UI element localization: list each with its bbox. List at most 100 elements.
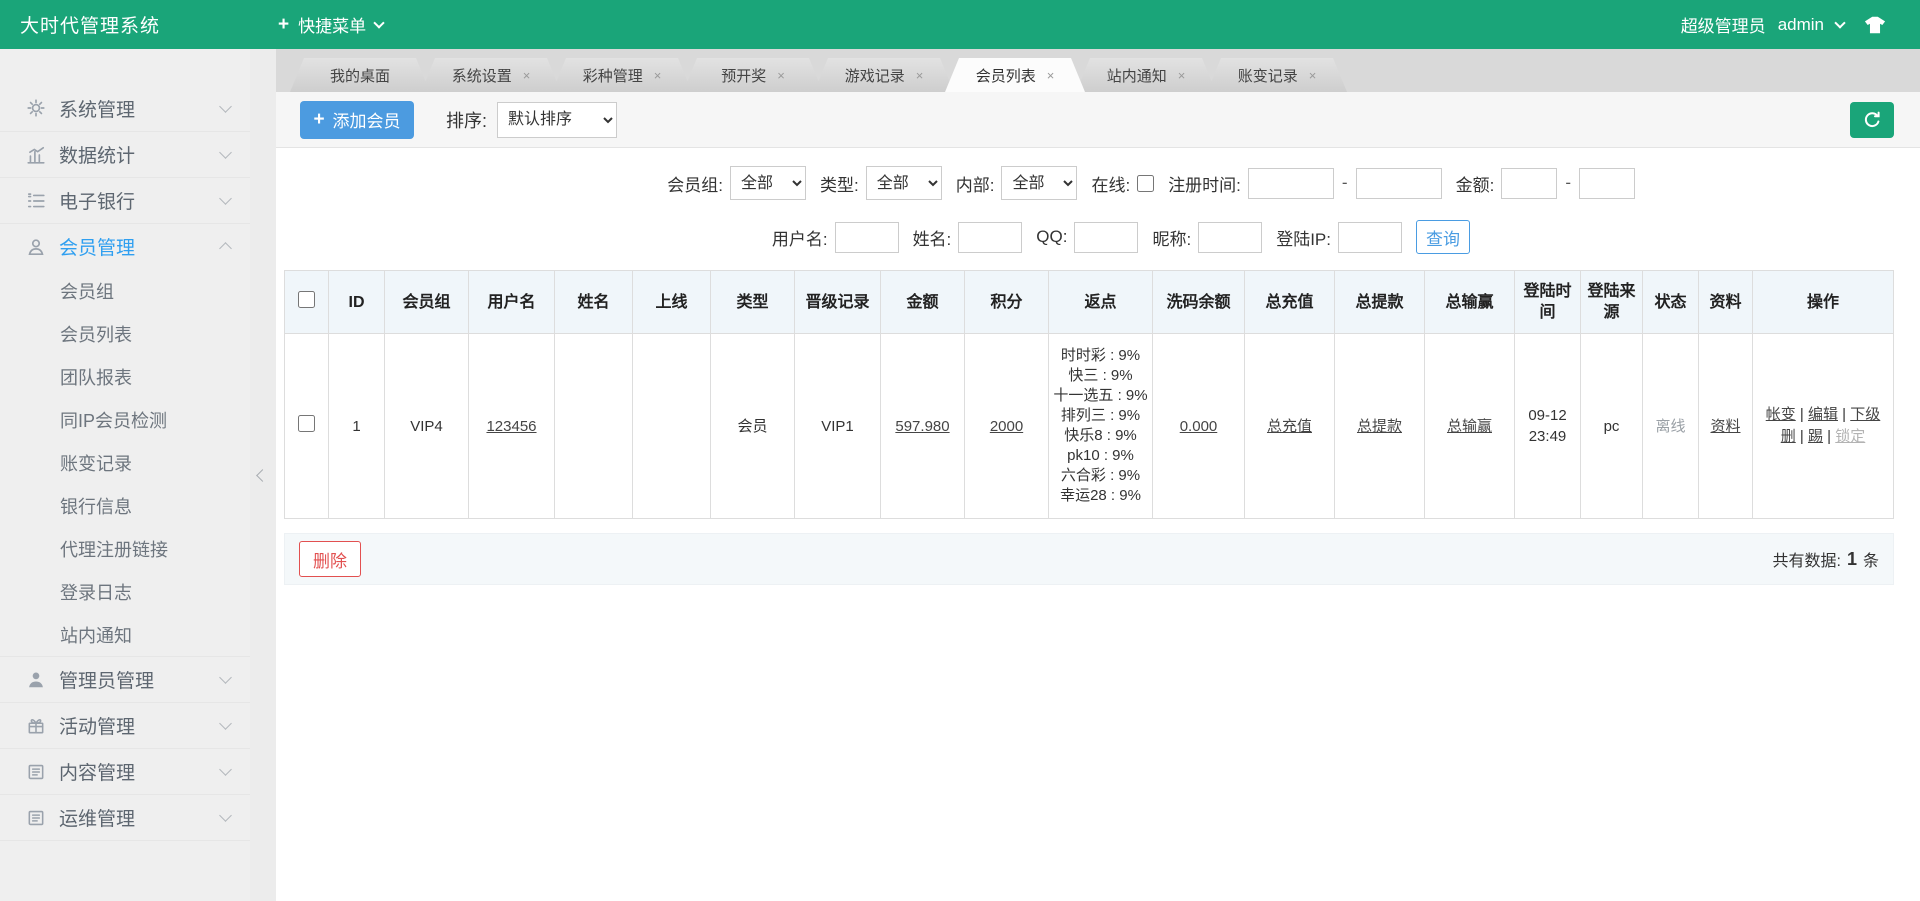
kick-link[interactable]: 踢: [1808, 428, 1823, 445]
top-bar: 大时代管理系统 + 快捷菜单 超级管理员 admin: [0, 0, 1920, 49]
sidebar-item-member-management[interactable]: 会员管理: [0, 223, 250, 269]
amount-to-input[interactable]: [1579, 168, 1635, 199]
tab-pre-draw[interactable]: 预开奖 ×: [683, 58, 823, 92]
main-area: 我的桌面 系统设置 × 彩种管理 × 预开奖 × 游戏记录 × 会员列表 × 站…: [276, 49, 1920, 901]
sidebar-item-admin-management[interactable]: 管理员管理: [0, 656, 250, 702]
col-points: 积分: [965, 271, 1049, 334]
username-dropdown[interactable]: admin: [1778, 15, 1824, 35]
tab-game-records[interactable]: 游戏记录 ×: [814, 58, 954, 92]
wash-balance-link[interactable]: 0.000: [1180, 418, 1218, 435]
chevron-down-icon[interactable]: [1834, 17, 1845, 28]
pipe-separator: |: [1842, 406, 1846, 423]
reg-time-to-input[interactable]: [1356, 168, 1442, 199]
member-group-select[interactable]: 全部: [730, 166, 806, 200]
select-all-checkbox[interactable]: [298, 291, 315, 308]
refresh-button[interactable]: [1850, 102, 1894, 138]
lock-link[interactable]: 锁定: [1835, 428, 1865, 445]
username-link[interactable]: 123456: [486, 418, 536, 435]
sidebar-subitem-member-group[interactable]: 会员组: [0, 269, 250, 312]
sidebar-subitem-agent-register-link[interactable]: 代理注册链接: [0, 527, 250, 570]
username-input[interactable]: [835, 222, 899, 253]
tab-system-settings[interactable]: 系统设置 ×: [421, 58, 561, 92]
type-select[interactable]: 全部: [866, 166, 942, 200]
tab-lottery-management[interactable]: 彩种管理 ×: [552, 58, 692, 92]
sidebar-item-label: 系统管理: [59, 95, 208, 122]
sidebar-subitem-same-ip-check[interactable]: 同IP会员检测: [0, 398, 250, 441]
tab-member-list[interactable]: 会员列表 ×: [945, 58, 1085, 92]
theme-shirt-icon[interactable]: [1864, 15, 1886, 35]
close-icon[interactable]: ×: [777, 68, 785, 83]
close-icon[interactable]: ×: [1309, 68, 1317, 83]
sidebar-collapse-handle[interactable]: [252, 449, 272, 505]
total-unit: 条: [1863, 547, 1879, 571]
sidebar-subitem-bank-info[interactable]: 银行信息: [0, 484, 250, 527]
sort-select[interactable]: 默认排序: [497, 102, 617, 138]
delete-link[interactable]: 删: [1781, 428, 1796, 445]
sidebar-item-label: 管理员管理: [59, 666, 208, 693]
internal-select[interactable]: 全部: [1001, 166, 1077, 200]
sidebar-item-data-statistics[interactable]: 数据统计: [0, 131, 250, 177]
tab-my-desktop[interactable]: 我的桌面: [290, 58, 430, 92]
dash-separator: -: [1342, 173, 1348, 193]
total-withdraw-link[interactable]: 总提款: [1357, 418, 1402, 435]
select-all-cell: [285, 271, 329, 334]
sidebar-item-activity-management[interactable]: 活动管理: [0, 702, 250, 748]
sidebar-subitem-login-log[interactable]: 登录日志: [0, 570, 250, 613]
nickname-label: 昵称:: [1152, 225, 1191, 250]
amount-link[interactable]: 597.980: [895, 418, 949, 435]
qq-label: QQ:: [1036, 227, 1067, 247]
close-icon[interactable]: ×: [1178, 68, 1186, 83]
col-status: 状态: [1643, 271, 1699, 334]
cell-name: [555, 334, 633, 519]
close-icon[interactable]: ×: [654, 68, 662, 83]
sidebar-item-e-banking[interactable]: 电子银行: [0, 177, 250, 223]
total-deposit-link[interactable]: 总充值: [1267, 418, 1312, 435]
cell-member-group: VIP4: [385, 334, 469, 519]
tab-label: 账变记录: [1238, 65, 1298, 86]
sidebar-subitem-team-report[interactable]: 团队报表: [0, 355, 250, 398]
chevron-down-icon: [219, 100, 232, 113]
sidebar-item-content-management[interactable]: 内容管理: [0, 748, 250, 794]
nickname-input[interactable]: [1198, 222, 1262, 253]
sidebar-subitem-site-notice[interactable]: 站内通知: [0, 613, 250, 656]
add-member-button[interactable]: + 添加会员: [300, 101, 414, 139]
name-input[interactable]: [958, 222, 1022, 253]
amount-from-input[interactable]: [1501, 168, 1557, 199]
col-total-deposit: 总充值: [1245, 271, 1335, 334]
tab-label: 游戏记录: [845, 65, 905, 86]
close-icon[interactable]: ×: [916, 68, 924, 83]
qq-input[interactable]: [1074, 222, 1138, 253]
profile-link[interactable]: 资料: [1710, 418, 1740, 435]
rebate-line: 十一选五 : 9%: [1052, 386, 1149, 406]
reg-time-from-input[interactable]: [1248, 168, 1334, 199]
online-checkbox[interactable]: [1137, 175, 1154, 192]
status-badge: 离线: [1655, 418, 1685, 435]
sidebar-subitem-account-change-log[interactable]: 账变记录: [0, 441, 250, 484]
sidebar-item-label: 运维管理: [59, 804, 208, 831]
subordinate-link[interactable]: 下级: [1850, 406, 1880, 423]
edit-link[interactable]: 编辑: [1808, 406, 1838, 423]
total-winloss-link[interactable]: 总输赢: [1447, 418, 1492, 435]
chevron-down-icon: [373, 17, 384, 28]
points-link[interactable]: 2000: [990, 418, 1023, 435]
chart-icon: [26, 145, 46, 165]
delete-button[interactable]: 删除: [299, 541, 361, 577]
filter-row-1: 会员组: 全部 类型: 全部 内部: 全部: [276, 166, 1920, 200]
quick-menu-button[interactable]: + 快捷菜单: [278, 12, 383, 37]
tab-account-change-log[interactable]: 账变记录 ×: [1207, 58, 1347, 92]
filter-row-2: 用户名: 姓名: QQ: 昵称: 登陆IP:: [276, 220, 1920, 254]
login-ip-input[interactable]: [1338, 222, 1402, 253]
close-icon[interactable]: ×: [523, 68, 531, 83]
chevron-down-icon: [219, 809, 232, 822]
account-change-link[interactable]: 帐变: [1766, 406, 1796, 423]
sidebar-item-system-management[interactable]: 系统管理: [0, 85, 250, 131]
sidebar-item-ops-management[interactable]: 运维管理: [0, 794, 250, 840]
tab-site-notice[interactable]: 站内通知 ×: [1076, 58, 1216, 92]
close-icon[interactable]: ×: [1047, 68, 1055, 83]
search-button[interactable]: 查询: [1416, 220, 1470, 254]
amount-label: 金额:: [1456, 171, 1495, 196]
row-checkbox[interactable]: [298, 415, 315, 432]
member-management-submenu: 会员组 会员列表 团队报表 同IP会员检测 账变记录 银行信息 代理注册链接 登…: [0, 269, 250, 656]
sidebar-subitem-member-list[interactable]: 会员列表: [0, 312, 250, 355]
col-total-withdraw: 总提款: [1335, 271, 1425, 334]
